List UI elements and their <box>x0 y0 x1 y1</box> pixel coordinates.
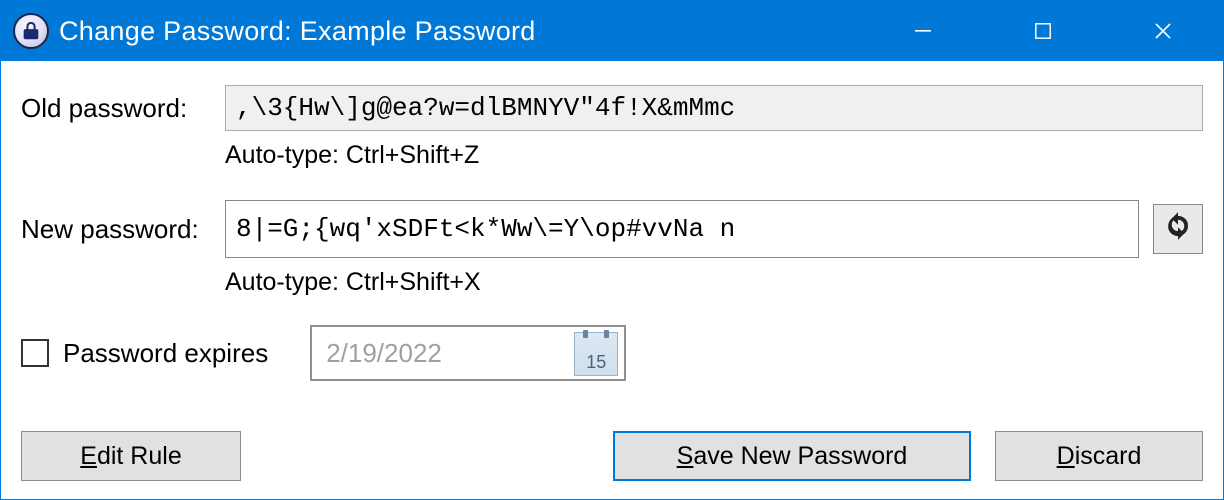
edit-rule-button[interactable]: Edit Rule <box>21 431 241 481</box>
password-expires-row: Password expires 2/19/2022 15 <box>21 325 1203 381</box>
password-expires-checkbox[interactable] <box>21 339 49 367</box>
old-password-field[interactable]: ,\3{Hw\]g@ea?w=dlBMNYV"4f!X&mMmc <box>225 85 1203 131</box>
close-button[interactable] <box>1103 1 1223 61</box>
refresh-icon <box>1163 211 1193 248</box>
lock-app-icon <box>13 13 49 49</box>
dialog-buttons: Edit Rule Save New Password Discard <box>21 431 1203 481</box>
new-password-label: New password: <box>21 214 225 245</box>
new-password-row: New password: <box>21 200 1203 258</box>
calendar-day: 15 <box>586 352 606 375</box>
password-expires-label: Password expires <box>63 338 268 369</box>
discard-button[interactable]: Discard <box>995 431 1203 481</box>
old-password-label: Old password: <box>21 93 225 124</box>
new-password-autotype: Auto-type: Ctrl+Shift+X <box>225 268 481 297</box>
titlebar[interactable]: Change Password: Example Password <box>1 1 1223 61</box>
old-password-row: Old password: ,\3{Hw\]g@ea?w=dlBMNYV"4f!… <box>21 85 1203 131</box>
calendar-icon[interactable]: 15 <box>574 332 618 376</box>
password-expires-date[interactable]: 2/19/2022 15 <box>310 325 626 381</box>
old-password-autotype-row: Auto-type: Ctrl+Shift+Z <box>21 131 1203 196</box>
new-password-autotype-row: Auto-type: Ctrl+Shift+X <box>21 258 1203 307</box>
change-password-dialog: Change Password: Example Password Old pa… <box>0 0 1224 500</box>
old-password-autotype: Auto-type: Ctrl+Shift+Z <box>225 141 479 170</box>
new-password-input[interactable] <box>225 200 1139 258</box>
dialog-body: Old password: ,\3{Hw\]g@ea?w=dlBMNYV"4f!… <box>1 61 1223 499</box>
regenerate-button[interactable] <box>1153 204 1203 254</box>
minimize-button[interactable] <box>863 1 983 61</box>
date-value: 2/19/2022 <box>312 338 442 369</box>
maximize-button[interactable] <box>983 1 1103 61</box>
window-title: Change Password: Example Password <box>59 16 536 47</box>
save-new-password-button[interactable]: Save New Password <box>613 431 971 481</box>
